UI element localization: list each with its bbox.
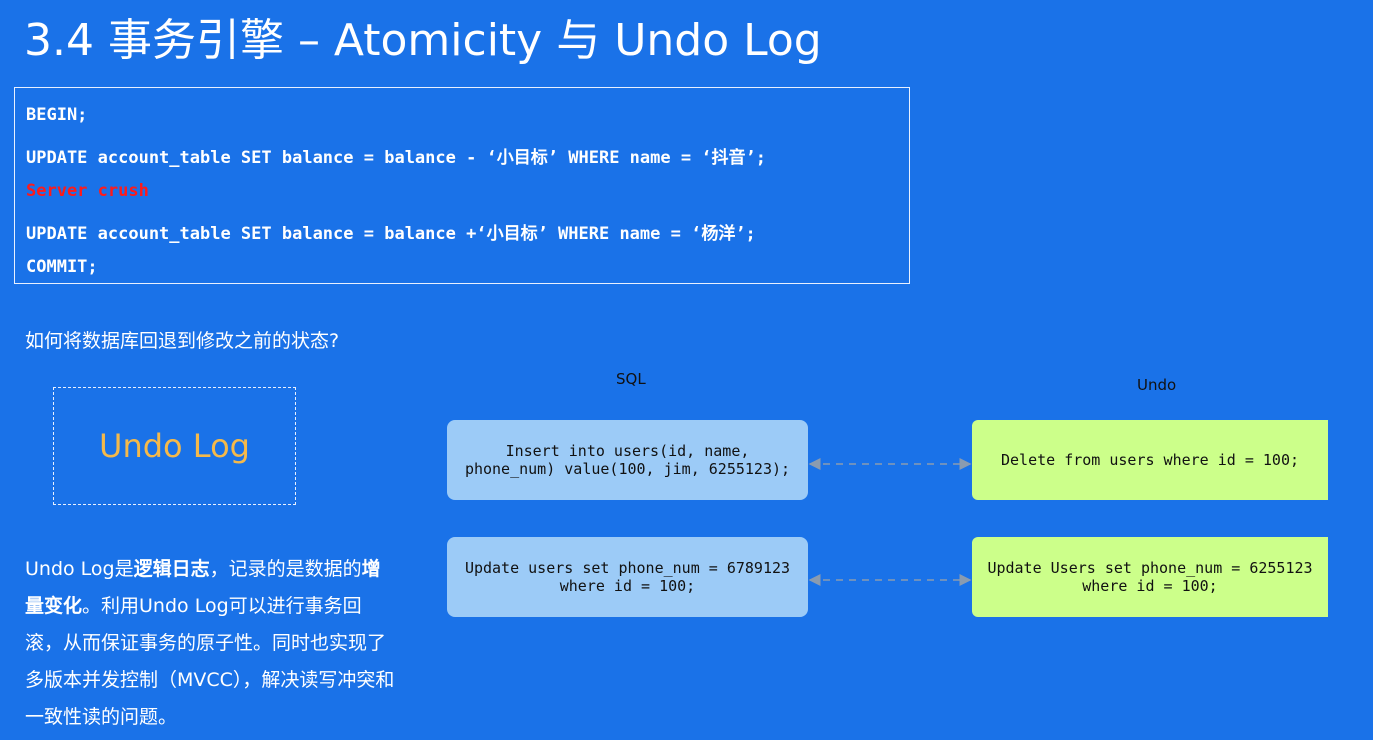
diagram-arrows	[808, 458, 972, 586]
